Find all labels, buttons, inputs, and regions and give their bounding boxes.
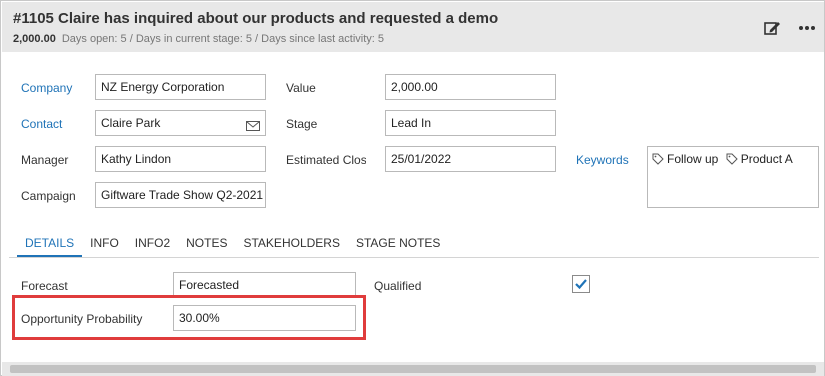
scrollbar-thumb[interactable] — [10, 365, 816, 373]
keyword-tag[interactable]: Product A — [726, 152, 793, 166]
contact-field[interactable]: Claire Park — [95, 110, 266, 136]
manager-label: Manager — [21, 153, 69, 167]
estimated-close-field[interactable]: 25/01/2022 — [385, 146, 556, 172]
horizontal-scrollbar[interactable] — [2, 362, 824, 376]
tag-icon — [726, 153, 738, 165]
checkmark-icon — [575, 279, 587, 290]
keyword-tag-label: Product A — [740, 152, 793, 166]
forecast-label: Forecast — [21, 279, 68, 293]
tab-stage-notes[interactable]: STAGE NOTES — [348, 229, 448, 257]
tab-stakeholders[interactable]: STAKEHOLDERS — [235, 229, 347, 257]
more-horizontal-icon[interactable] — [797, 18, 817, 38]
keyword-tag-label: Follow up — [667, 152, 719, 166]
tab-details[interactable]: DETAILS — [17, 229, 83, 257]
stage-field[interactable]: Lead In — [385, 110, 556, 136]
tag-icon — [652, 153, 664, 165]
tab-notes[interactable]: NOTES — [178, 229, 235, 257]
value-label: Value — [286, 81, 316, 95]
keywords-field[interactable]: Follow up Product A — [647, 146, 819, 208]
opportunity-header: #1105 Claire has inquired about our prod… — [2, 2, 824, 52]
keyword-tag[interactable]: Follow up — [652, 152, 718, 166]
qualified-checkbox[interactable] — [572, 275, 590, 293]
estimated-close-label: Estimated Close — [286, 153, 366, 167]
opportunity-stats: Days open: 5 / Days in current stage: 5 … — [61, 33, 385, 45]
opportunity-value: 2,000.00 — [13, 33, 56, 45]
contact-value: Claire Park — [101, 116, 161, 130]
campaign-label: Campaign — [21, 189, 76, 203]
tab-info[interactable]: INFO — [82, 229, 127, 257]
mail-icon[interactable] — [246, 116, 260, 135]
tab-divider — [9, 257, 819, 258]
manager-field[interactable]: Kathy Lindon — [95, 146, 266, 172]
value-field[interactable]: 2,000.00 — [385, 74, 556, 100]
detail-tabs: DETAILS INFO INFO2 NOTES STAKEHOLDERS ST… — [17, 229, 448, 257]
stage-label: Stage — [286, 117, 318, 131]
company-label[interactable]: Company — [21, 81, 72, 95]
qualified-label: Qualified — [374, 279, 422, 293]
contact-label[interactable]: Contact — [21, 117, 62, 131]
opportunity-title: #1105 Claire has inquired about our prod… — [13, 10, 499, 27]
campaign-field[interactable]: Giftware Trade Show Q2-2021 — [95, 182, 266, 208]
edit-icon[interactable] — [762, 18, 782, 38]
company-field[interactable]: NZ Energy Corporation — [95, 74, 266, 100]
opportunity-panel: #1105 Claire has inquired about our prod… — [0, 0, 825, 376]
tab-info2[interactable]: INFO2 — [127, 229, 178, 257]
highlight-box — [12, 295, 366, 340]
opportunity-summary: 2,000.00 Days open: 5 / Days in current s… — [13, 33, 384, 45]
keywords-label[interactable]: Keywords — [576, 153, 629, 167]
